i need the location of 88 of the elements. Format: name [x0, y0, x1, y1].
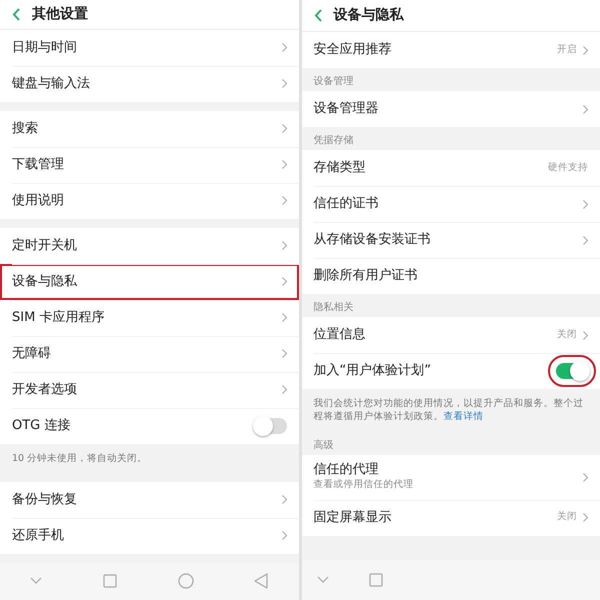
screen-title: 其他设置: [32, 4, 88, 24]
chevron-right-icon: [583, 104, 588, 114]
settings-row[interactable]: 从存储设备安装证书: [302, 222, 600, 258]
setting-label: 备份与恢复: [12, 492, 77, 508]
settings-row[interactable]: 信任的证书: [302, 186, 600, 222]
home-circle-icon[interactable]: [178, 573, 194, 590]
settings-row[interactable]: 固定屏幕显示 关闭: [302, 500, 600, 536]
square-icon[interactable]: [102, 574, 117, 588]
setting-label: 设备与隐私: [12, 274, 77, 290]
settings-row[interactable]: 无障碍: [0, 336, 298, 372]
screen-title: 设备与隐私: [334, 6, 404, 25]
chevron-right-icon: [583, 472, 588, 482]
setting-label: 设备管理器: [314, 101, 378, 117]
setting-label: 无障碍: [12, 346, 51, 362]
setting-label: 搜索: [12, 120, 38, 136]
setting-value: 关闭: [557, 328, 577, 342]
setting-label: 固定屏幕显示: [314, 510, 392, 526]
setting-label: 安全应用推荐: [314, 42, 392, 58]
settings-row[interactable]: 还原手机: [0, 518, 298, 554]
toggle-switch[interactable]: [254, 418, 286, 434]
chevron-right-icon: [583, 236, 588, 244]
setting-value: 关闭: [557, 510, 577, 524]
chevron-right-icon: [282, 160, 286, 170]
section-header: 高级: [312, 438, 334, 453]
setting-label: 信任的证书: [314, 196, 378, 212]
chevron-down-icon[interactable]: [30, 577, 42, 586]
square-icon[interactable]: [368, 573, 382, 587]
footnote-text: 我们会统计您对功能的使用情况，以提升产品和服务。整个过程将遵循用户体验计划政策。查看详情: [312, 397, 584, 424]
settings-row[interactable]: 定时开关机: [0, 228, 298, 264]
back-icon[interactable]: [314, 9, 322, 22]
chevron-right-icon: [282, 495, 286, 504]
setting-label: 下载管理: [12, 156, 64, 172]
chevron-right-icon: [282, 277, 286, 286]
settings-row[interactable]: 开发者选项: [0, 372, 298, 408]
settings-row[interactable]: SIM 卡应用程序: [0, 300, 298, 336]
chevron-right-icon: [282, 43, 286, 52]
section-header: 隐私相关: [312, 300, 354, 315]
setting-label: 信任的代理: [314, 462, 380, 478]
chevron-right-icon: [282, 241, 286, 250]
chevron-right-icon: [282, 349, 286, 358]
settings-row[interactable]: 设备与隐私: [0, 264, 298, 300]
chevron-right-icon: [282, 79, 286, 88]
settings-row[interactable]: 日期与时间: [0, 30, 298, 66]
chevron-right-icon: [583, 200, 588, 208]
settings-row[interactable]: 位置信息 关闭: [302, 317, 600, 353]
settings-row[interactable]: 删除所有用户证书: [302, 258, 600, 294]
setting-label: 日期与时间: [12, 40, 77, 56]
chevron-right-icon: [282, 531, 286, 540]
back-triangle-icon[interactable]: [254, 573, 268, 590]
section-header: 设备管理: [312, 75, 354, 89]
chevron-right-icon: [282, 196, 286, 206]
setting-label: 还原手机: [12, 528, 64, 544]
settings-row[interactable]: 搜索: [0, 110, 298, 147]
settings-row[interactable]: 键盘与输入法: [0, 66, 298, 102]
back-icon[interactable]: [12, 8, 20, 21]
setting-label: 加入“用户体验计划”: [314, 363, 431, 379]
section-header: 凭据存储: [312, 134, 354, 148]
settings-row[interactable]: 下载管理: [0, 146, 298, 183]
settings-row[interactable]: 使用说明: [0, 182, 298, 219]
setting-label: OTG 连接: [12, 418, 70, 434]
details-link[interactable]: 查看详情: [444, 411, 484, 422]
setting-label: 位置信息: [314, 327, 366, 343]
chevron-right-icon: [583, 46, 588, 54]
settings-row[interactable]: 设备管理器: [302, 91, 600, 127]
settings-row[interactable]: 加入“用户体验计划”: [302, 353, 600, 389]
setting-label: 开发者选项: [12, 382, 77, 398]
setting-label: 键盘与输入法: [12, 76, 90, 92]
settings-row[interactable]: 存储类型 硬件支持: [302, 150, 600, 186]
setting-subtitle: 查看或停用信任的代理: [314, 478, 414, 492]
chevron-right-icon: [282, 385, 286, 394]
footnote-text: 10 分钟未使用，将自动关闭。: [11, 452, 148, 466]
setting-label: 定时开关机: [12, 238, 77, 254]
chevron-right-icon: [583, 513, 588, 522]
settings-row[interactable]: 信任的代理 查看或停用信任的代理: [302, 454, 600, 500]
setting-label: 使用说明: [12, 192, 64, 208]
settings-row[interactable]: 安全应用推荐 开启: [302, 32, 600, 68]
settings-row[interactable]: OTG 连接: [0, 408, 298, 444]
setting-label: SIM 卡应用程序: [12, 310, 104, 326]
setting-label: 删除所有用户证书: [314, 268, 418, 284]
chevron-right-icon: [282, 313, 286, 322]
settings-row[interactable]: 备份与恢复: [0, 482, 298, 518]
setting-value: 开启: [557, 42, 577, 57]
chevron-down-icon[interactable]: [316, 576, 328, 584]
chevron-right-icon: [282, 124, 286, 134]
chevron-right-icon: [583, 330, 588, 340]
setting-label: 存储类型: [314, 160, 366, 176]
setting-value: 硬件支持: [548, 160, 588, 175]
setting-label: 从存储设备安装证书: [314, 232, 430, 248]
